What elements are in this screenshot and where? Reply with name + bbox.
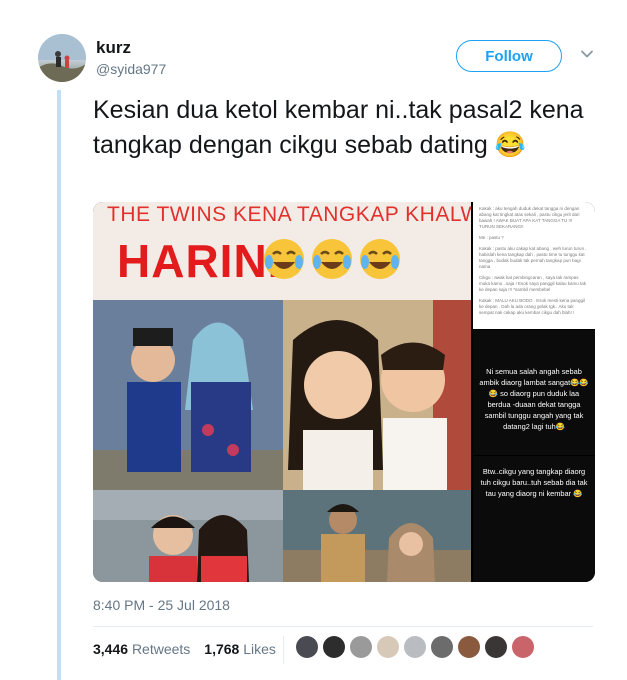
liker-avatar[interactable]: [485, 636, 507, 658]
liker-avatar[interactable]: [458, 636, 480, 658]
tears-of-joy-emoji-icon: [312, 239, 352, 279]
retweets-stat[interactable]: 3,446 Retweets: [93, 641, 190, 657]
tweet-timestamp[interactable]: 8:40 PM - 25 Jul 2018: [93, 597, 230, 613]
avatar-image: [38, 34, 86, 82]
liker-avatar[interactable]: [323, 636, 345, 658]
liker-avatar[interactable]: [404, 636, 426, 658]
caption-card-2: Btw..cikgu yang tangkap diaorg tuh cikgu…: [473, 456, 595, 582]
liker-avatar[interactable]: [512, 636, 534, 658]
retweets-count: 3,446: [93, 641, 129, 657]
chat-line: Kakak : MALU AKU BODO . Esok mesti kena …: [479, 298, 586, 315]
banner-harini: HARINI: [117, 235, 282, 287]
twins-photo-smiling: [283, 300, 471, 490]
caption-card-1: Ni semua salah angah sebab ambik diaorg …: [473, 330, 595, 455]
likes-count: 1,768: [204, 641, 240, 657]
banner-title: THE TWINS KENA TANGKAP KHALWAT: [107, 203, 471, 226]
chevron-down-icon[interactable]: [580, 47, 594, 61]
liker-avatars: [296, 636, 534, 658]
chat-line: Cikgu : awak kat pembingcaran , saya tak…: [479, 275, 587, 292]
divider: [93, 626, 593, 627]
liker-avatar[interactable]: [296, 636, 318, 658]
banner-image: THE TWINS KENA TANGKAP KHALWAT HARINI: [93, 202, 471, 300]
display-name[interactable]: kurz: [96, 38, 131, 58]
avatar[interactable]: [38, 34, 86, 82]
chat-line: Kakak : aku tengah duduk dekat tangga ni…: [479, 206, 580, 229]
liker-avatar[interactable]: [350, 636, 372, 658]
tweet-text: Kesian dua ketol kembar ni..tak pasal2 k…: [93, 96, 584, 159]
tears-of-joy-emoji-icon: [360, 239, 400, 279]
twins-photo-outdoor: [93, 490, 283, 582]
retweets-label: Retweets: [131, 641, 191, 657]
twins-photo-traditional-dress: [93, 300, 283, 490]
caption-text: Ni semua salah angah sebab ambik diaorg …: [479, 367, 589, 431]
chat-line: Kakak : pastu aku cakap kat abang , weh …: [479, 246, 587, 269]
liker-avatar[interactable]: [377, 636, 399, 658]
likes-label: Likes: [243, 641, 276, 657]
chat-screenshot: Kakak : aku tengah duduk dekat tangga ni…: [473, 202, 595, 329]
user-handle[interactable]: @syida977: [96, 61, 166, 77]
tears-of-joy-emoji-icon: [264, 239, 304, 279]
drama-still-photo: [283, 490, 471, 582]
likes-stat[interactable]: 1,768 Likes: [204, 641, 276, 657]
stats-divider: [283, 636, 284, 664]
thread-line: [57, 90, 61, 680]
caption-text: Btw..cikgu yang tangkap diaorg tuh cikgu…: [480, 467, 588, 498]
follow-button[interactable]: Follow: [456, 40, 562, 72]
tweet-media[interactable]: THE TWINS KENA TANGKAP KHALWAT HARINI Ka…: [93, 202, 595, 582]
tweet-stats: 3,446 Retweets 1,768 Likes: [93, 641, 276, 657]
liker-avatar[interactable]: [431, 636, 453, 658]
